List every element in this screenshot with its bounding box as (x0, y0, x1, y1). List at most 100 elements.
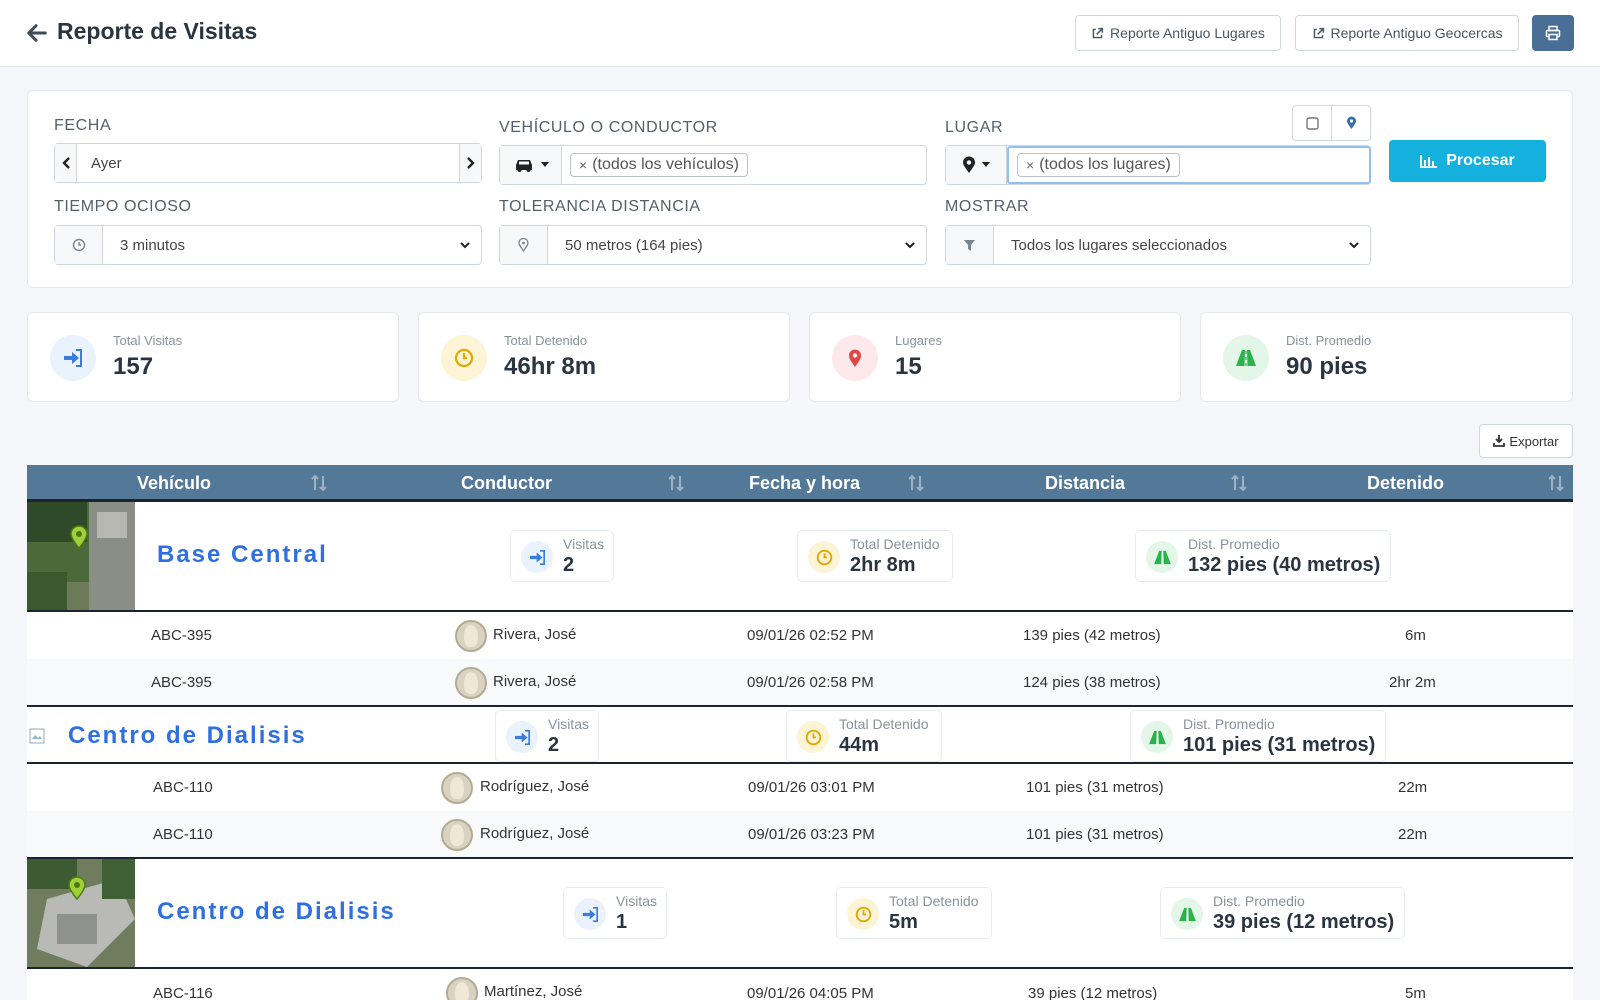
group-distance-card: Dist. Promedio 39 pies (12 metros) (1160, 887, 1405, 939)
stat-label: Total Visitas (113, 333, 183, 348)
process-button[interactable]: Procesar (1389, 140, 1546, 182)
process-label: Procesar (1446, 152, 1515, 169)
cell-datetime: 09/01/26 03:23 PM (748, 826, 875, 843)
place-map-thumbnail[interactable] (27, 859, 135, 967)
pin-addon (500, 226, 548, 264)
column-header-vehicle[interactable]: Vehículo (137, 473, 211, 494)
idle-time-value: 3 minutos (120, 236, 186, 254)
place-name[interactable]: Centro de Dialisis (157, 898, 396, 926)
date-next-button[interactable] (459, 144, 481, 182)
group-distance-value: 101 pies (31 metros) (1183, 734, 1376, 756)
place-name[interactable]: Base Central (157, 541, 328, 569)
print-button[interactable] (1532, 15, 1574, 51)
stat-places-circle (832, 335, 878, 381)
date-field[interactable]: Ayer (54, 143, 482, 183)
vehicle-selector[interactable]: × (todos los vehículos) (499, 145, 927, 185)
place-input-focus[interactable]: × (todos los lugares) (1007, 146, 1371, 184)
vehicle-type-dropdown[interactable] (500, 146, 562, 184)
distance-tolerance-value: 50 metros (164 pies) (565, 236, 703, 254)
stat-label: Total Detenido (504, 333, 588, 348)
chevron-right-icon (466, 157, 475, 169)
sort-icon[interactable] (310, 474, 328, 492)
place-group-header: Centro de Dialisis Visitas 2 Total Deten… (27, 707, 1573, 764)
cell-vehicle: ABC-116 (153, 985, 213, 1000)
group-visits-card: Visitas 2 (510, 530, 614, 582)
map-marker-icon (963, 156, 975, 173)
date-label: FECHA (54, 117, 112, 134)
square-icon (1305, 116, 1319, 130)
place-name[interactable]: Centro de Dialisis (68, 722, 307, 750)
sign-in-icon (529, 549, 545, 565)
caret-down-icon (540, 162, 549, 167)
column-header-driver[interactable]: Conductor (461, 473, 552, 494)
sort-icon[interactable] (667, 474, 685, 492)
sign-in-icon (582, 906, 598, 922)
group-distance-circle (1146, 541, 1178, 573)
remove-tag-icon[interactable]: × (579, 157, 587, 173)
cell-stopped: 22m (1398, 779, 1428, 796)
table-row[interactable]: ABC-395 Rivera, José 09/01/26 02:52 PM 1… (27, 612, 1573, 659)
place-tag[interactable]: × (todos los lugares) (1017, 153, 1180, 177)
chevron-down-icon (460, 242, 470, 249)
place-map-thumbnail[interactable] (27, 502, 135, 610)
place-mode-toggle (1292, 105, 1371, 141)
group-stopped-card: Total Detenido 44m (786, 710, 942, 762)
table-header: Vehículo Conductor Fecha y hora Distanci… (27, 465, 1573, 502)
group-distance-circle (1171, 898, 1203, 930)
table-row[interactable]: ABC-116 Martínez, José 09/01/26 04:05 PM… (27, 969, 1573, 1000)
stat-visits-circle (50, 335, 96, 381)
group-distance-label: Dist. Promedio (1188, 536, 1280, 552)
cell-vehicle: ABC-110 (153, 826, 213, 843)
group-distance-card: Dist. Promedio 101 pies (31 metros) (1130, 710, 1386, 762)
sort-icon[interactable] (1547, 474, 1565, 492)
idle-time-select[interactable]: 3 minutos (54, 225, 482, 265)
sort-icon[interactable] (907, 474, 925, 492)
show-value: Todos los lugares seleccionados (1011, 236, 1227, 254)
satellite-map-image (27, 859, 135, 967)
group-stopped-label: Total Detenido (889, 893, 979, 909)
old-geofences-report-button[interactable]: Reporte Antiguo Geocercas (1295, 15, 1519, 51)
vehicle-label: VEHÍCULO O CONDUCTOR (499, 119, 718, 136)
cell-driver: Rodríguez, José (480, 778, 590, 795)
group-stopped-label: Total Detenido (839, 716, 929, 732)
place-type-dropdown[interactable] (946, 146, 1007, 184)
group-stopped-card: Total Detenido 2hr 8m (797, 530, 953, 582)
table-row[interactable]: ABC-110 Rodríguez, José 09/01/26 03:23 P… (27, 811, 1573, 858)
stat-total-visits: Total Visitas 157 (27, 312, 399, 402)
stat-stopped-circle (441, 335, 487, 381)
road-icon (1153, 550, 1171, 564)
distance-tolerance-select[interactable]: 50 metros (164 pies) (499, 225, 927, 265)
date-value[interactable]: Ayer (77, 155, 459, 172)
vehicle-tag[interactable]: × (todos los vehículos) (570, 153, 748, 177)
driver-avatar (441, 772, 473, 804)
sort-icon[interactable] (1230, 474, 1248, 492)
cell-stopped: 5m (1405, 985, 1426, 1000)
car-icon (515, 160, 532, 172)
column-header-distance[interactable]: Distancia (1045, 473, 1125, 494)
old-places-report-button[interactable]: Reporte Antiguo Lugares (1075, 15, 1281, 51)
table-row[interactable]: ABC-110 Rodríguez, José 09/01/26 03:01 P… (27, 764, 1573, 811)
group-stopped-circle (808, 541, 840, 573)
cell-datetime: 09/01/26 02:52 PM (747, 627, 874, 644)
date-prev-button[interactable] (55, 144, 77, 182)
satellite-map-image (27, 502, 135, 610)
arrow-left-icon[interactable] (26, 22, 48, 44)
group-visits-label: Visitas (548, 716, 589, 732)
show-select[interactable]: Todos los lugares seleccionados (945, 225, 1371, 265)
vehicle-tag-label: (todos los vehículos) (592, 156, 739, 173)
old-geofences-report-label: Reporte Antiguo Geocercas (1330, 25, 1503, 41)
driver-avatar (455, 620, 487, 652)
map-pin-mode-button[interactable] (1331, 106, 1370, 140)
table-row[interactable]: ABC-395 Rivera, José 09/01/26 02:58 PM 1… (27, 659, 1573, 706)
remove-tag-icon[interactable]: × (1026, 157, 1034, 173)
export-button[interactable]: Exportar (1479, 424, 1573, 458)
checkbox-mode-button[interactable] (1293, 106, 1331, 140)
stat-label: Lugares (895, 333, 942, 348)
group-stopped-value: 5m (889, 911, 918, 933)
column-header-datetime[interactable]: Fecha y hora (749, 473, 860, 494)
column-header-stopped[interactable]: Detenido (1367, 473, 1444, 494)
page-title: Reporte de Visitas (57, 18, 258, 44)
cell-stopped: 2hr 2m (1389, 674, 1436, 691)
group-visits-label: Visitas (563, 536, 604, 552)
place-selector[interactable]: × (todos los lugares) (945, 145, 1371, 185)
